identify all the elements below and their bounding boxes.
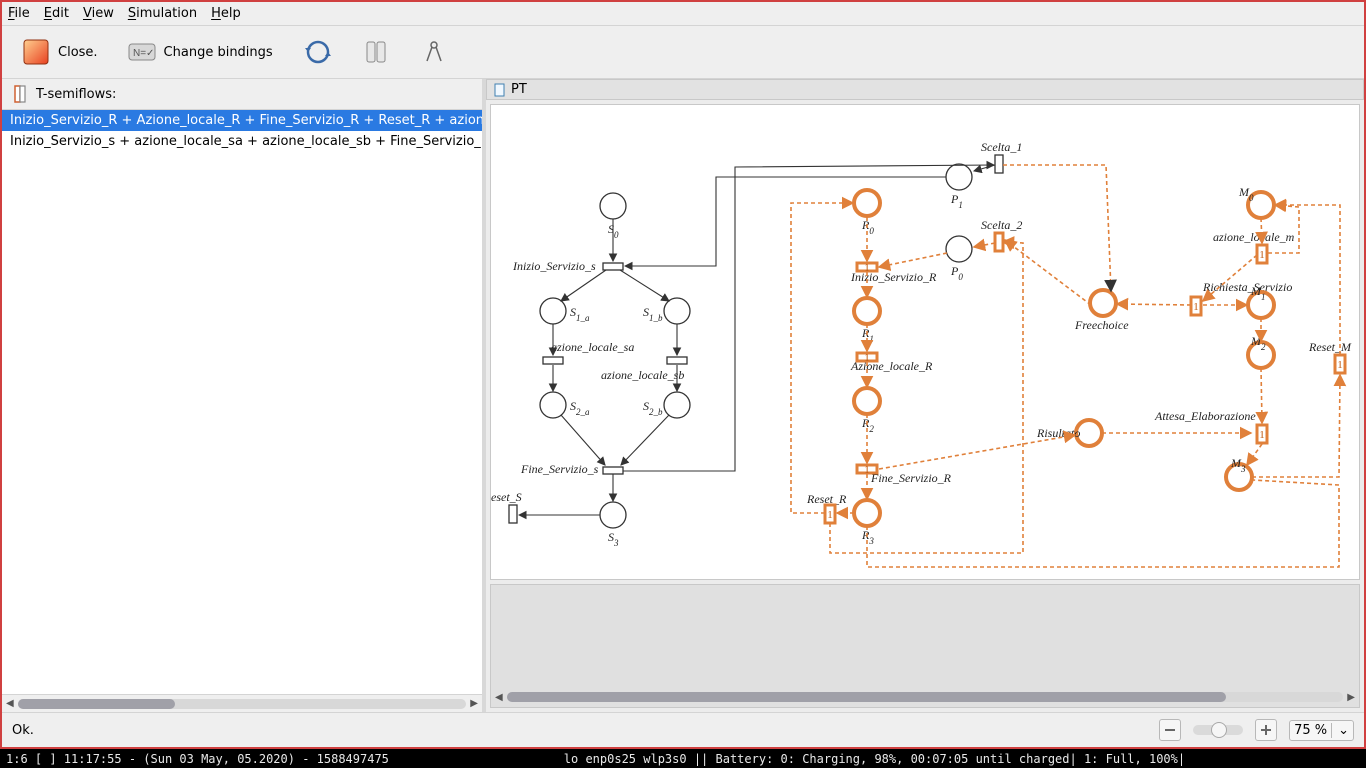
- svg-text:1: 1: [1337, 359, 1343, 371]
- bindings-icon: N=✓: [128, 38, 156, 66]
- plus-icon: [1260, 724, 1272, 736]
- svg-text:Richiesta_Servizio: Richiesta_Servizio: [1202, 280, 1292, 294]
- slider-knob[interactable]: [1211, 722, 1227, 738]
- svg-text:1: 1: [1193, 301, 1199, 313]
- semiflows-icon: [8, 83, 30, 105]
- semiflow-item[interactable]: Inizio_Servizio_R + Azione_locale_R + Fi…: [2, 110, 482, 131]
- close-button[interactable]: Close.: [16, 34, 104, 70]
- svg-text:P1: P1: [950, 192, 963, 210]
- scroll-track[interactable]: [18, 699, 467, 709]
- svg-text:Fine_Servizio_s: Fine_Servizio_s: [520, 462, 599, 476]
- svg-text:azione_locale_sb: azione_locale_sb: [601, 368, 684, 382]
- scroll-right-icon[interactable]: ▶: [1347, 692, 1355, 703]
- svg-text:Inizio_Servizio_s: Inizio_Servizio_s: [512, 259, 596, 273]
- semiflows-list[interactable]: Inizio_Servizio_R + Azione_locale_R + Fi…: [2, 110, 482, 694]
- svg-text:N=✓: N=✓: [133, 48, 154, 59]
- close-label: Close.: [58, 45, 98, 60]
- svg-text:S2_a: S2_a: [570, 399, 590, 417]
- zoom-value: 75 %: [1294, 723, 1327, 738]
- petri-net-canvas[interactable]: S0 Inizio_Servizio_s S1_a S1_b azione_lo…: [490, 104, 1360, 580]
- compass-icon: [419, 38, 447, 66]
- svg-text:Freechoice: Freechoice: [1074, 318, 1129, 332]
- svg-text:Fine_Servizio_R: Fine_Servizio_R: [870, 471, 952, 485]
- svg-text:M0: M0: [1238, 185, 1254, 203]
- step-icon: [361, 38, 389, 66]
- deskbar-left: 1:6 [ ] 11:17:55 - (Sun 03 May, 05.2020)…: [6, 752, 389, 766]
- lower-panel: ◀ ▶: [490, 584, 1360, 708]
- svg-text:Scelta_2: Scelta_2: [981, 218, 1022, 232]
- svg-text:Risultato: Risultato: [1036, 426, 1080, 440]
- left-hscrollbar[interactable]: ◀ ▶: [2, 694, 482, 712]
- right-pane: PT S0 Inizio_Servizio_s S1_a: [486, 79, 1364, 712]
- menubar: File Edit View Simulation Help: [2, 2, 1364, 26]
- scroll-left-icon[interactable]: ◀: [6, 698, 14, 709]
- svg-text:S2_b: S2_b: [643, 399, 663, 417]
- left-pane-header: T-semiflows:: [2, 79, 482, 110]
- menu-edit[interactable]: Edit: [44, 6, 69, 21]
- svg-text:1: 1: [1259, 429, 1265, 441]
- svg-text:Reset_M: Reset_M: [1308, 340, 1352, 354]
- menu-file[interactable]: File: [8, 6, 30, 21]
- petri-net-svg: S0 Inizio_Servizio_s S1_a S1_b azione_lo…: [491, 105, 1359, 580]
- status-bar: Ok. 75 % ⌄: [2, 712, 1364, 747]
- svg-text:P0: P0: [950, 264, 963, 282]
- desktop-status-bar: 1:6 [ ] 11:17:55 - (Sun 03 May, 05.2020)…: [0, 749, 1366, 768]
- canvas-title: PT: [511, 82, 527, 97]
- status-text: Ok.: [12, 723, 34, 738]
- svg-text:Scelta_1: Scelta_1: [981, 140, 1022, 154]
- svg-text:1: 1: [827, 509, 833, 521]
- canvas-header: PT: [486, 79, 1364, 100]
- change-bindings-label: Change bindings: [164, 45, 273, 60]
- restart-button[interactable]: [297, 34, 337, 70]
- toolbar: Close. N=✓ Change bindings: [2, 26, 1364, 79]
- main-split: T-semiflows: Inizio_Servizio_R + Azione_…: [2, 79, 1364, 712]
- menu-help[interactable]: Help: [211, 6, 241, 21]
- zoom-select[interactable]: 75 % ⌄: [1289, 720, 1354, 741]
- zoom-slider[interactable]: [1193, 725, 1243, 735]
- left-pane: T-semiflows: Inizio_Servizio_R + Azione_…: [2, 79, 486, 712]
- svg-text:azione_locale_m: azione_locale_m: [1213, 230, 1295, 244]
- svg-text:S1_b: S1_b: [643, 305, 663, 323]
- close-icon: [22, 38, 50, 66]
- svg-text:S1_a: S1_a: [570, 305, 590, 323]
- semiflow-item[interactable]: Inizio_Servizio_s + azione_locale_sa + a…: [2, 131, 482, 152]
- doc-icon: [493, 83, 507, 97]
- zoom-in-button[interactable]: [1255, 719, 1277, 741]
- svg-text:Attesa_Elaborazione: Attesa_Elaborazione: [1154, 409, 1256, 423]
- change-bindings-button[interactable]: N=✓ Change bindings: [122, 34, 279, 70]
- scroll-thumb[interactable]: [507, 692, 1226, 702]
- zoom-out-button[interactable]: [1159, 719, 1181, 741]
- scroll-track[interactable]: [507, 692, 1344, 702]
- chevron-down-icon: ⌄: [1331, 723, 1349, 738]
- svg-text:azione_locale_sa: azione_locale_sa: [551, 340, 634, 354]
- minus-icon: [1164, 724, 1176, 736]
- right-hscrollbar[interactable]: ◀ ▶: [495, 689, 1355, 705]
- menu-simulation[interactable]: Simulation: [128, 6, 197, 21]
- step-button[interactable]: [355, 34, 395, 70]
- restart-icon: [303, 38, 331, 66]
- tool-button[interactable]: [413, 34, 453, 70]
- svg-text:S3: S3: [608, 530, 619, 548]
- svg-text:1: 1: [1259, 249, 1265, 261]
- deskbar-center: lo enp0s25 wlp3s0 || Battery: 0: Chargin…: [564, 752, 1185, 766]
- scroll-thumb[interactable]: [18, 699, 175, 709]
- svg-text:eset_S: eset_S: [491, 490, 522, 504]
- left-pane-title: T-semiflows:: [36, 87, 116, 102]
- menu-view[interactable]: View: [83, 6, 114, 21]
- app-window: File Edit View Simulation Help Close. N=…: [0, 0, 1366, 749]
- scroll-left-icon[interactable]: ◀: [495, 692, 503, 703]
- scroll-right-icon[interactable]: ▶: [470, 698, 478, 709]
- zoom-controls: 75 % ⌄: [1159, 719, 1354, 741]
